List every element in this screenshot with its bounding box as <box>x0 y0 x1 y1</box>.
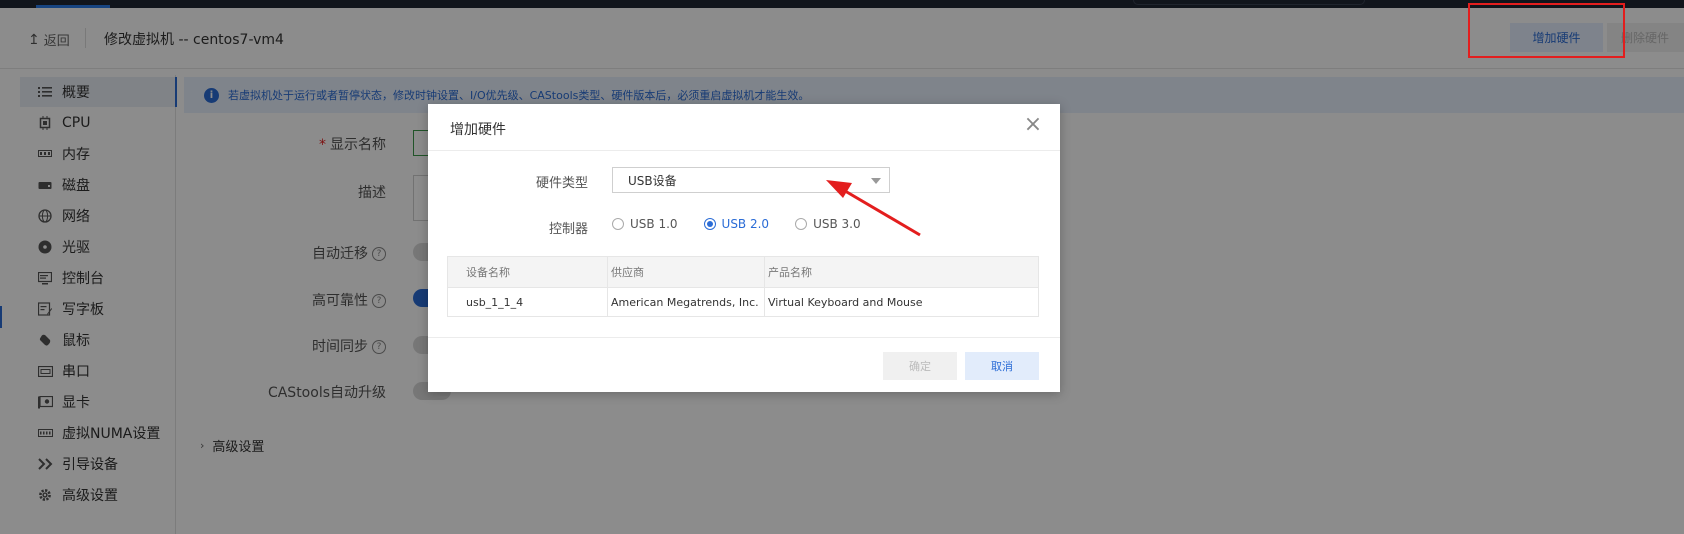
radio-usb-3[interactable]: USB 3.0 <box>795 217 861 231</box>
controller-label: 控制器 <box>548 222 588 237</box>
dialog-title: 增加硬件 <box>450 122 506 138</box>
cell-product: Virtual Keyboard and Mouse <box>764 287 1039 317</box>
hardware-type-label: 硬件类型 <box>535 176 588 191</box>
column-header-device: 设备名称 <box>447 256 608 288</box>
radio-usb-2[interactable]: USB 2.0 <box>703 217 770 231</box>
radio-label: USB 3.0 <box>813 217 861 231</box>
cell-device-name: usb_1_1_4 <box>447 287 608 317</box>
annotation-highlight-box <box>1468 3 1625 58</box>
radio-circle <box>795 218 808 230</box>
radio-label: USB 2.0 <box>721 217 770 231</box>
column-header-vendor: 供应商 <box>607 256 765 288</box>
chevron-down-icon <box>871 178 881 184</box>
hardware-type-value: USB设备 <box>628 173 677 188</box>
close-icon[interactable]: × <box>1022 114 1044 136</box>
cancel-button[interactable]: 取消 <box>965 352 1039 380</box>
dialog-footer-divider <box>428 337 1060 338</box>
hardware-type-select[interactable]: USB设备 <box>612 167 890 193</box>
radio-circle <box>612 218 624 230</box>
ok-button[interactable]: 确定 <box>883 352 957 380</box>
add-hardware-dialog: 增加硬件 × 硬件类型 USB设备 控制器 USB 1.0 USB 2.0 US… <box>428 104 1060 392</box>
radio-usb-1[interactable]: USB 1.0 <box>612 217 678 231</box>
radio-label: USB 1.0 <box>630 217 678 231</box>
controller-radio-group: USB 1.0 USB 2.0 USB 3.0 <box>612 217 887 231</box>
table-header-row: 设备名称 供应商 产品名称 <box>447 256 1039 288</box>
table-row[interactable]: usb_1_1_4 American Megatrends, Inc. Virt… <box>447 287 1039 317</box>
column-header-product: 产品名称 <box>764 256 1039 288</box>
dialog-divider <box>428 150 1060 151</box>
cell-vendor: American Megatrends, Inc. <box>607 287 765 317</box>
radio-circle <box>703 218 716 230</box>
usb-device-table: 设备名称 供应商 产品名称 usb_1_1_4 American Megatre… <box>447 256 1039 317</box>
